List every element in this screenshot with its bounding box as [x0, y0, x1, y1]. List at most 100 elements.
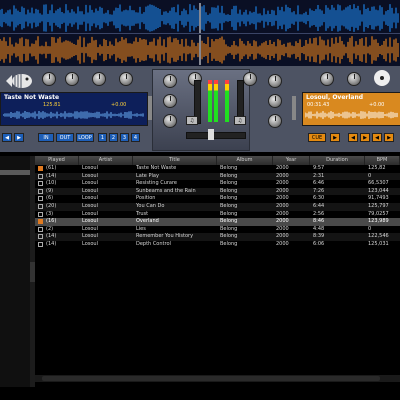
cell-title: Position — [136, 195, 156, 202]
deck1-hotcue-1[interactable]: 1 — [98, 133, 107, 142]
table-row[interactable]: (9) Losoul Sunbeams and the Rain Belong 2000… — [35, 187, 400, 196]
deck1-hotcue-3[interactable]: 3 — [120, 133, 129, 142]
deck2-nudge-right-button[interactable]: ▶ — [384, 133, 394, 142]
played-checkbox[interactable] — [38, 181, 43, 187]
column-header-artist[interactable]: Artist — [79, 156, 133, 165]
table-row[interactable]: (16) Losoul Overland Belong 2000 8:46 123,989 — [35, 218, 400, 226]
sidebar-item-library[interactable] — [0, 170, 30, 175]
deck1-gain-knob[interactable] — [42, 72, 56, 86]
cell-album: Belong — [220, 180, 238, 187]
played-checkbox[interactable] — [38, 204, 43, 209]
played-checkbox[interactable] — [38, 242, 43, 247]
cell-bpm: 91,7493 — [368, 195, 389, 202]
deck2-pfl-button[interactable]: ♫ — [234, 116, 246, 125]
deck2-rewind-button[interactable]: ◀ — [348, 133, 358, 142]
played-checkbox[interactable] — [38, 166, 43, 171]
deck2-waveform[interactable] — [0, 35, 400, 65]
deck1-eq-knob[interactable] — [92, 72, 106, 86]
table-row[interactable]: (6) Losoul Position Belong 2000 6:30 91,7493 — [35, 195, 400, 203]
played-checkbox[interactable] — [38, 196, 43, 202]
mixer-knob[interactable] — [268, 74, 282, 88]
deck2-ff-button[interactable]: ▶ — [360, 133, 370, 142]
deck1-in-button[interactable]: IN — [38, 133, 54, 142]
cell-artist: Losoul — [82, 233, 98, 240]
deck2-play-button[interactable]: ▶ — [330, 133, 340, 142]
deck2-pitch-slider[interactable] — [292, 96, 296, 120]
cell-bpm: 79,0257 — [368, 210, 389, 217]
deck1-display: Taste Not Waste 125.81 +0.00 — [0, 92, 148, 126]
mixer-knob[interactable] — [163, 94, 177, 108]
table-row[interactable]: (3) Losoul Trust Belong 2000 2:56 79,0257 — [35, 211, 400, 219]
library-sidebar[interactable] — [0, 156, 30, 387]
played-checkbox[interactable] — [38, 211, 43, 217]
table-row[interactable]: (61) Losoul Taste Not Waste Belong 2000 9:57 1… — [35, 165, 400, 173]
cell-title: Overland — [136, 218, 159, 225]
deck1-hotcue-2[interactable]: 2 — [109, 133, 118, 142]
deck2-mini-waveform[interactable] — [305, 110, 399, 120]
played-checkbox[interactable] — [38, 219, 43, 225]
mixer-knob[interactable] — [163, 114, 177, 128]
table-row[interactable]: (14) Losoul Late Play Belong 2000 2:31 0 — [35, 172, 400, 181]
cell-artist: Losoul — [82, 187, 98, 194]
table-row[interactable]: (20) Losoul You Can Do Belong 2000 6:44 125,79… — [35, 203, 400, 211]
cell-artist: Losoul — [82, 165, 98, 171]
table-row[interactable]: (14) Losoul Remember You History Belong 2000… — [35, 233, 400, 241]
cell-duration: 6:44 — [313, 203, 325, 209]
cell-year: 2000 — [276, 218, 289, 225]
column-header-duration[interactable]: Duration — [310, 156, 365, 165]
cell-duration: 6:06 — [313, 241, 325, 247]
table-row[interactable]: (2) Losoul Lies Belong 2000 4:48 0 — [35, 226, 400, 234]
waveform-overview[interactable] — [0, 0, 400, 66]
deck2-eq-knob[interactable] — [347, 72, 361, 86]
cell-year: 2000 — [276, 241, 289, 247]
cell-artist: Losoul — [82, 210, 98, 217]
cell-album: Belong — [220, 172, 238, 179]
deck1-out-button[interactable]: OUT — [56, 133, 74, 142]
cell-bpm: 123,044 — [368, 187, 389, 194]
cell-album: Belong — [220, 195, 238, 202]
deck1-mini-waveform[interactable] — [3, 110, 145, 120]
table-row[interactable]: (10) Losoul Resisting Curare Belong 2000 6:46… — [35, 180, 400, 188]
column-header-bpm[interactable]: BPM — [365, 156, 400, 165]
played-checkbox[interactable] — [38, 234, 43, 240]
played-checkbox[interactable] — [38, 188, 43, 194]
mixer-knob[interactable] — [163, 74, 177, 88]
cell-played: (6) — [46, 195, 54, 202]
column-header-album[interactable]: Album — [217, 156, 273, 165]
crossfader-handle[interactable] — [208, 129, 214, 140]
horizontal-scroll-thumb[interactable] — [42, 376, 380, 381]
vertical-scroll-thumb[interactable] — [30, 262, 35, 282]
mixer-knob[interactable] — [243, 72, 257, 86]
deck2-nudge-left-button[interactable]: ◀ — [372, 133, 382, 142]
vinyl-icon[interactable] — [374, 70, 390, 86]
mixer-knob[interactable] — [268, 114, 282, 128]
column-header-year[interactable]: Year — [273, 156, 310, 165]
cell-year: 2000 — [276, 210, 289, 217]
deck1-ff-button[interactable]: ▶ — [14, 133, 24, 142]
deck1-eq-knob[interactable] — [119, 72, 133, 86]
deck1-rewind-button[interactable]: ◀ — [2, 133, 12, 142]
cell-artist: Losoul — [82, 203, 98, 209]
deck2-cue-button[interactable]: CUE — [308, 133, 326, 142]
cell-duration: 7:26 — [313, 187, 325, 194]
deck1-eq-knob[interactable] — [65, 72, 79, 86]
deck1-hotcue-4[interactable]: 4 — [131, 133, 140, 142]
cell-album: Belong — [220, 165, 238, 171]
mixer-knob[interactable] — [268, 94, 282, 108]
cell-bpm: 66,5307 — [368, 180, 389, 187]
column-header-title[interactable]: Title — [133, 156, 217, 165]
cell-bpm: 0 — [368, 225, 372, 232]
deck1-waveform[interactable] — [0, 3, 400, 33]
deck1-track-title: Taste Not Waste — [4, 94, 60, 101]
table-row[interactable]: (14) Losoul Depth Control Belong 2000 6:06 125… — [35, 241, 400, 249]
played-checkbox[interactable] — [38, 226, 43, 232]
cell-duration: 9:57 — [313, 165, 325, 171]
deck1-loop-button[interactable]: LOOP — [76, 133, 94, 142]
cell-played: (10) — [46, 180, 57, 187]
played-checkbox[interactable] — [38, 173, 43, 179]
vu-meter-master — [214, 80, 218, 122]
crossfader[interactable] — [186, 132, 246, 139]
deck2-eq-knob[interactable] — [320, 72, 334, 86]
deck1-pfl-button[interactable]: ♫ — [186, 116, 198, 125]
column-header-played[interactable]: Played — [35, 156, 79, 165]
